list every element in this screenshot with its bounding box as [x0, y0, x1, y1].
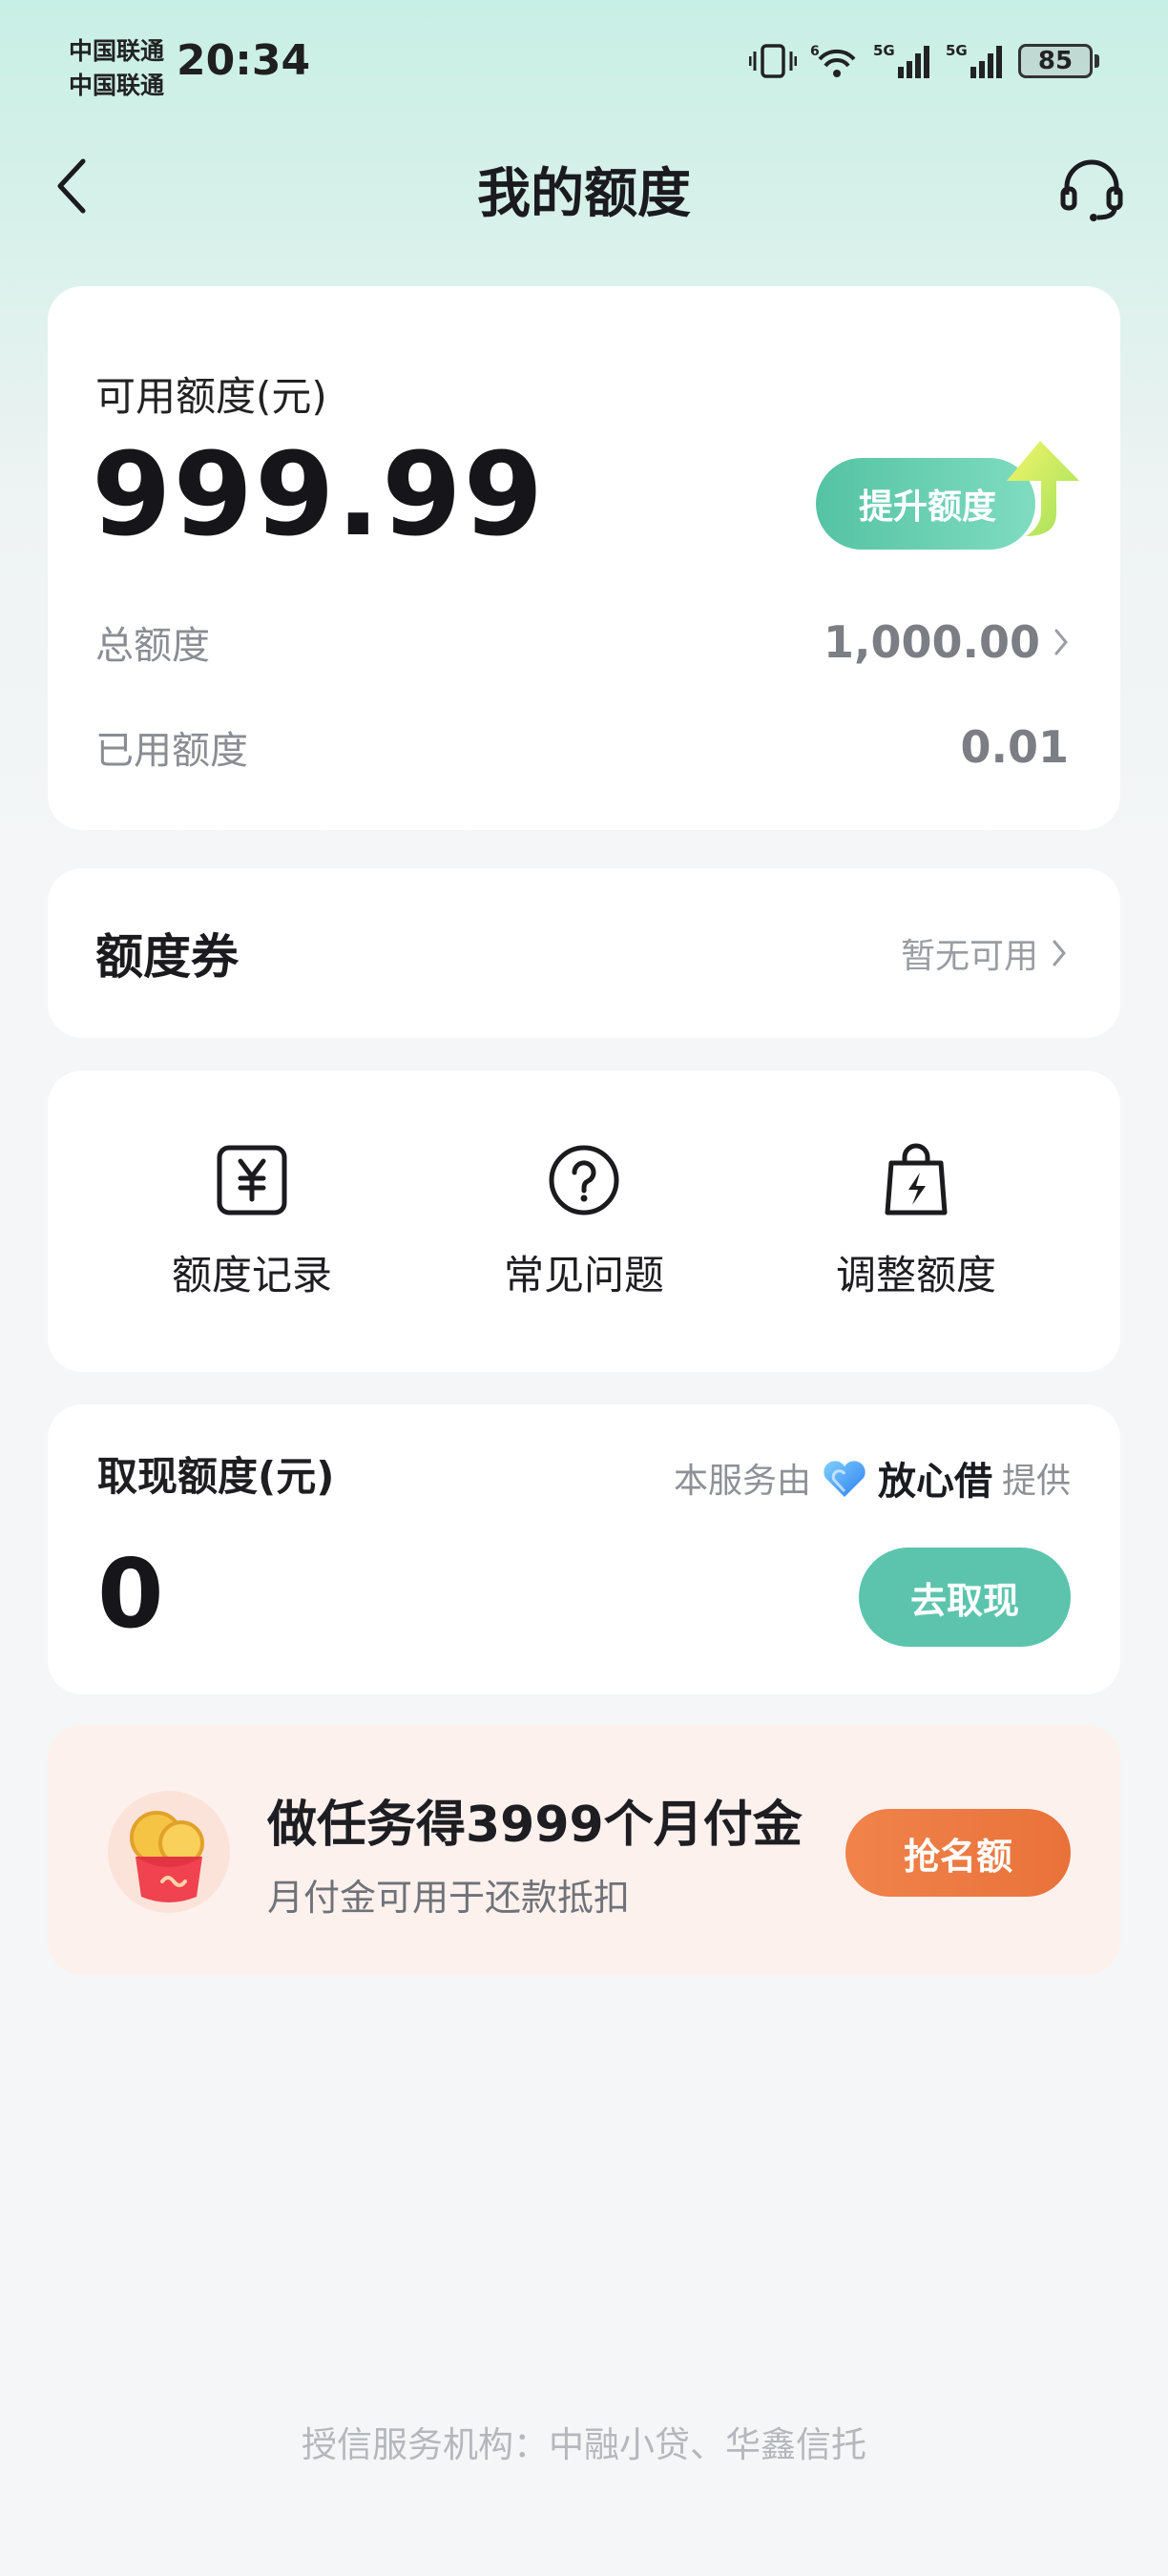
carrier-1: 中国联通: [69, 37, 165, 65]
grab-spot-button[interactable]: 抢名额: [845, 1809, 1071, 1897]
chevron-right-icon: [1054, 629, 1068, 655]
total-credit-value: 1,000.00: [824, 616, 1040, 668]
faq-button[interactable]: 常见问题: [441, 1142, 727, 1301]
promo-subtitle: 月付金可用于还款抵扣: [267, 1877, 631, 1919]
quick-actions-card: 额度记录 常见问题 调整额度: [48, 1070, 1120, 1372]
credit-coupon-card[interactable]: 额度券 暂无可用: [48, 868, 1120, 1038]
signal-5g-icon: 5G: [873, 42, 932, 80]
faq-label: 常见问题: [503, 1251, 664, 1298]
promo-banner[interactable]: 做任务得3999个月付金 月付金可用于还款抵扣 抢名额: [48, 1725, 1120, 1975]
svg-text:5G: 5G: [946, 42, 968, 59]
page-title: 我的额度: [477, 163, 691, 225]
withdrawal-amount: 0: [97, 1538, 164, 1650]
provider-prefix: 本服务由: [673, 1462, 811, 1501]
total-credit-row[interactable]: 总额度 1,000.00: [95, 609, 1069, 675]
status-time: 20:34: [177, 36, 311, 85]
signal-5g-icon: 5G: [946, 42, 1005, 80]
customer-service-button[interactable]: [1053, 151, 1130, 227]
red-packet-coins-icon: [108, 1791, 230, 1913]
cash-withdrawal-card: 取现额度(元) 本服务由 放心借 提供 0 去取现: [48, 1404, 1120, 1694]
svg-text:6: 6: [810, 44, 820, 59]
battery-level: 85: [1018, 44, 1093, 78]
used-credit-value: 0.01: [960, 721, 1070, 773]
service-provider: 本服务由 放心借 提供: [674, 1450, 1071, 1506]
provider-name: 放心借: [877, 1460, 992, 1504]
used-credit-row: 已用额度 0.01: [95, 714, 1069, 780]
withdraw-button[interactable]: 去取现: [859, 1548, 1071, 1647]
carrier-2: 中国联通: [69, 72, 165, 99]
chevron-right-icon: [1053, 940, 1066, 966]
credit-institution-footer: 授信服务机构：中融小贷、华鑫信托: [302, 2424, 866, 2465]
lightning-bag-icon: [885, 1143, 948, 1215]
provider-suffix: 提供: [1001, 1462, 1071, 1501]
used-credit-label: 已用额度: [95, 729, 248, 773]
carrier-info: 中国联通 中国联通: [69, 34, 164, 103]
yuan-record-icon: [217, 1145, 287, 1215]
available-credit-label: 可用额度(元): [95, 373, 327, 420]
svg-text:5G: 5G: [873, 42, 895, 59]
adjust-credit-button[interactable]: 调整额度: [773, 1142, 1059, 1301]
wifi-icon: 6: [810, 42, 860, 80]
battery-icon: 85: [1018, 44, 1099, 78]
adjust-credit-label: 调整额度: [835, 1251, 996, 1298]
status-bar: 中国联通 中国联通 20:34 6 5G 5G 85: [0, 0, 1168, 134]
withdrawal-credit-label: 取现额度(元): [97, 1453, 335, 1500]
question-circle-icon: [549, 1145, 619, 1215]
headset-icon: [1060, 159, 1123, 221]
credit-summary-card: 可用额度(元) 999.99 提升额度 总额度 1,000.00 已用额度 0.…: [48, 286, 1120, 830]
credit-record-label: 额度记录: [171, 1251, 332, 1298]
coupon-title: 额度券: [95, 929, 239, 985]
status-icons: 6 5G 5G 85: [749, 42, 1099, 80]
heart-logo-icon: [824, 1461, 866, 1497]
credit-record-button[interactable]: 额度记录: [109, 1142, 395, 1301]
total-credit-label: 总额度: [95, 624, 210, 668]
promo-title: 做任务得3999个月付金: [267, 1797, 803, 1854]
coupon-status: 暂无可用: [900, 937, 1038, 976]
up-arrow-icon: [1007, 441, 1079, 536]
available-credit-amount: 999.99: [92, 429, 546, 562]
vibrate-icon: [749, 42, 797, 80]
navigation-bar: 我的额度: [0, 134, 1168, 239]
